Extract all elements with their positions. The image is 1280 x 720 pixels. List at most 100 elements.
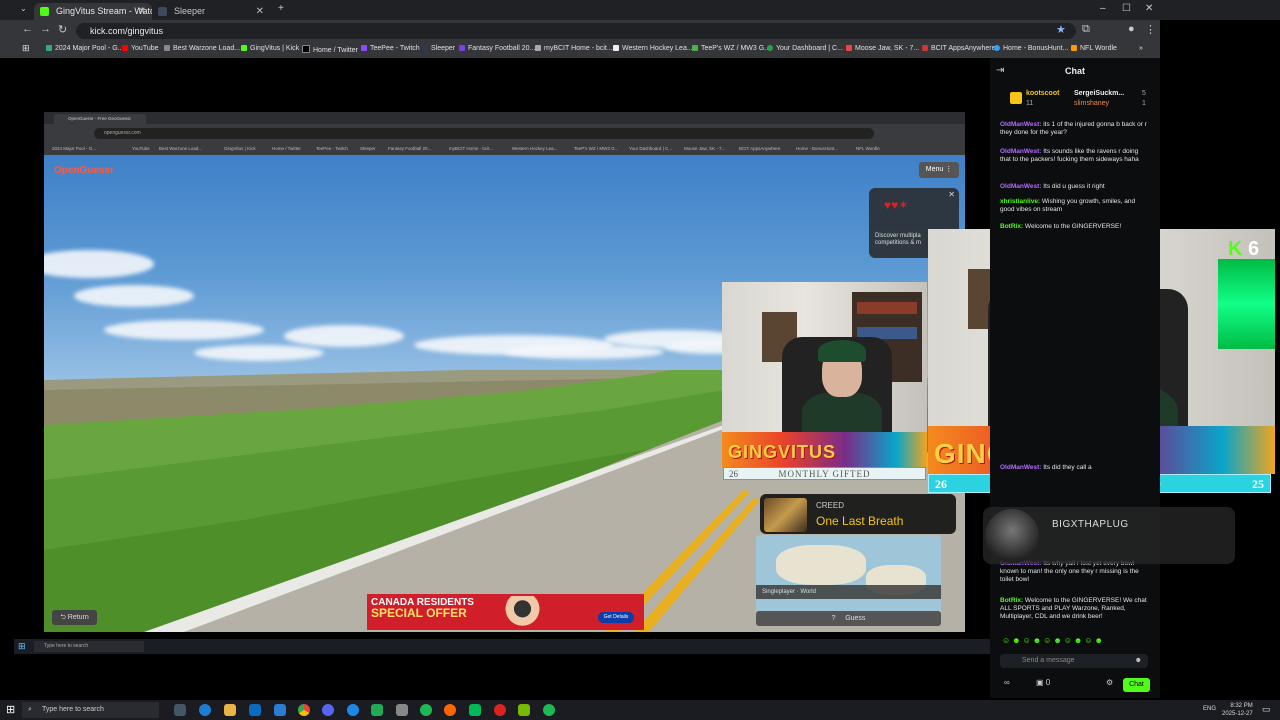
tab-sleeper[interactable]: Sleeper ✕	[152, 3, 270, 20]
app-icon[interactable]	[347, 704, 359, 716]
windows-start-icon[interactable]: ⊞	[6, 703, 15, 716]
heart-icon: ♥♥✶	[884, 198, 909, 212]
more-bookmarks-icon[interactable]: »	[1139, 45, 1143, 52]
profile-icon[interactable]: ●	[1128, 23, 1135, 35]
mail-icon[interactable]	[274, 704, 286, 716]
minimize-icon[interactable]: –	[1100, 3, 1106, 14]
ad-subline: SPECIAL OFFER	[371, 606, 467, 620]
chat-send-button[interactable]: Chat	[1123, 678, 1150, 692]
taskbar-search-box[interactable]: ⌕ Type here to search	[22, 702, 159, 718]
points-icon[interactable]: ∞	[1004, 678, 1010, 687]
bookmark-item[interactable]: myBCIT Home - bcit...	[535, 45, 613, 52]
tab-search-icon[interactable]: ⌄	[20, 4, 27, 13]
forward-icon[interactable]: →	[40, 23, 51, 35]
discord-icon[interactable]	[322, 704, 334, 716]
apps-icon[interactable]: ⊞	[22, 43, 30, 54]
bookmark-item[interactable]: BCIT AppsAnywhere	[922, 45, 995, 52]
chat-message: OldManWest: its 1 of the injured gonna b…	[1000, 121, 1147, 136]
obs-icon[interactable]	[494, 704, 506, 716]
bookmark-item[interactable]: Western Hockey Lea...	[613, 45, 693, 52]
bookmark-item[interactable]: YouTube	[122, 45, 159, 52]
mickey-image	[495, 596, 550, 628]
tab-gingvitus[interactable]: GingVitus Stream - Watch ✕	[34, 3, 152, 20]
app-icon[interactable]	[371, 704, 383, 716]
spotify-icon[interactable]	[420, 704, 432, 716]
ad-cta-button: Get Details	[598, 612, 634, 623]
bookmark-item[interactable]: TeePee - Twitch	[361, 45, 420, 52]
new-tab-icon[interactable]: +	[278, 3, 284, 14]
bookmark-item[interactable]: Moose Jaw, SK - 7...	[846, 45, 919, 52]
sleeper-favicon-icon	[158, 7, 167, 16]
address-bar[interactable]: kick.com/gingvitus	[76, 23, 1076, 39]
inner-toolbar: openguessr.com	[44, 124, 965, 143]
gift-leaderboard: kootscoot 11 SergeiSuckm... 5 slimshaney…	[1010, 88, 1150, 116]
gingvitus-banner: GINGVITUS	[728, 442, 837, 462]
bookmark-item[interactable]: Sleeper	[422, 45, 455, 52]
close-tab-icon[interactable]: ✕	[138, 3, 146, 20]
file-explorer-icon[interactable]	[224, 704, 236, 716]
chrome-icon[interactable]	[298, 704, 310, 716]
maximize-icon[interactable]: ☐	[1122, 3, 1131, 14]
inner-tab-openguessr: OpenGuessr - Free GeoGuessr	[54, 114, 146, 124]
kick-favicon-icon	[40, 7, 49, 16]
bookmark-item[interactable]: NFL Wordle	[1071, 45, 1117, 52]
bookmark-item[interactable]: TeeP's WZ / MW3 G...	[692, 45, 770, 52]
back-icon[interactable]: ←	[22, 23, 33, 35]
album-art	[764, 498, 807, 532]
outlook-icon[interactable]	[249, 704, 261, 716]
browser-tab-strip: GingVitus Stream - Watch ✕ Sleeper ✕ + ⌄…	[0, 0, 1280, 20]
chat-message: OldManWest: Its did they call a	[1000, 464, 1092, 471]
crown-badge-icon	[1010, 92, 1022, 104]
bookmark-item[interactable]: GingVitus | Kick	[241, 45, 299, 52]
guess-minimap	[756, 535, 941, 615]
app-icon[interactable]	[444, 704, 456, 716]
chat-message: OldManWest: Its sounds like the ravens r…	[1000, 148, 1139, 163]
bookmark-item[interactable]: Home / Twitter	[302, 45, 358, 54]
inner-tab-strip: OpenGuessr - Free GeoGuessr	[44, 112, 965, 124]
reload-icon[interactable]: ↻	[58, 23, 67, 36]
bookmark-item[interactable]: Best Warzone Load...	[164, 45, 240, 52]
chat-message: xhristianlive: Wishing you growth, smile…	[1000, 198, 1136, 213]
tab-title: Sleeper	[174, 6, 206, 16]
chat-panel: ⇥ Chat kootscoot 11 SergeiSuckm... 5 sli…	[990, 58, 1160, 698]
emoji-icon[interactable]: ☻	[1135, 654, 1142, 668]
chat-settings-icon[interactable]: ⚙	[1106, 678, 1113, 687]
chat-message-input[interactable]: Send a message ☻	[1000, 654, 1148, 668]
bookmark-item[interactable]: Your Dashboard | C...	[767, 45, 843, 52]
return-button: ⮌ Return	[52, 610, 97, 625]
openguessr-logo: OpenGuessr	[54, 165, 115, 176]
app-icon[interactable]	[469, 704, 481, 716]
game-menu-button: Menu ⋮	[919, 162, 959, 178]
bookmark-item[interactable]: 2024 Major Pool - G...	[46, 45, 123, 52]
close-tab-icon[interactable]: ✕	[256, 3, 264, 20]
bookmark-star-icon[interactable]: ★	[1056, 23, 1066, 36]
disney-ad-banner: CANADA RESIDENTS SPECIAL OFFER Get Detai…	[367, 594, 644, 630]
close-window-icon[interactable]: ✕	[1145, 3, 1153, 14]
kick-k-badge: K 6	[1228, 238, 1260, 260]
inner-search-box: Type here to search	[34, 641, 144, 652]
inner-windows-taskbar: ⊞ Type here to search	[14, 639, 990, 654]
chat-message: OldManWest: Its did u guess it right	[1000, 183, 1105, 190]
language-indicator[interactable]: ENG	[1203, 706, 1216, 712]
chrome-menu-icon[interactable]: ⋮	[1145, 23, 1156, 36]
chat-message: BotRix: Welcome to the GINGERVERSE! We c…	[1000, 597, 1147, 620]
app-icon[interactable]	[543, 704, 555, 716]
edge-icon[interactable]	[199, 704, 211, 716]
gift-icon[interactable]: ▣ 0	[1036, 678, 1050, 687]
inner-address-bar: openguessr.com	[94, 128, 874, 139]
bookmark-item[interactable]: Home - BonusHunt...	[994, 45, 1068, 52]
mode-bar: Singleplayer · World	[756, 585, 941, 599]
song-artist: CREED	[816, 501, 845, 510]
notification-icon[interactable]: ▭	[1262, 704, 1271, 715]
app-icon[interactable]	[396, 704, 408, 716]
bookmark-item[interactable]: Fantasy Football 20...	[459, 45, 535, 52]
taskbar-clock[interactable]: 8:32 PM 2025-12-27	[1222, 702, 1253, 718]
url-text: kick.com/gingvitus	[90, 26, 164, 36]
kick-logo-icon: K	[1228, 238, 1243, 260]
featured-user-card: BIGXTHAPLUG	[983, 507, 1235, 564]
search-icon: ⌕	[28, 706, 32, 713]
nvidia-icon[interactable]	[518, 704, 530, 716]
extensions-icon[interactable]: ⧉	[1082, 23, 1090, 36]
task-view-icon[interactable]	[174, 704, 186, 716]
chat-title: Chat	[1065, 66, 1085, 76]
